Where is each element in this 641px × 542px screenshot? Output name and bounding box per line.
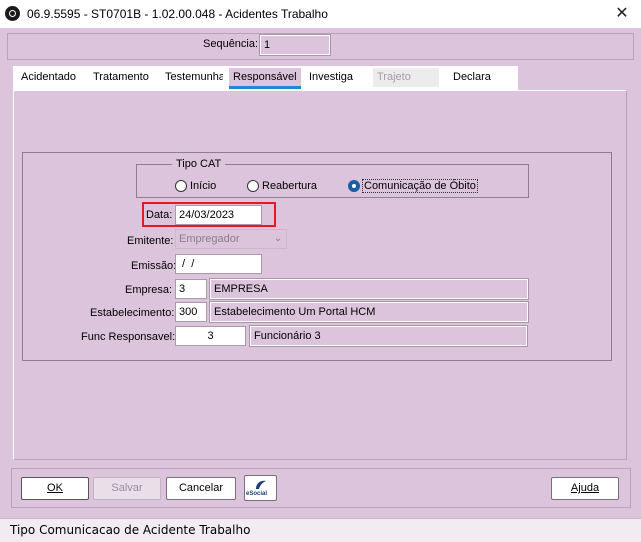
data-input[interactable]: 24/03/2023 <box>175 205 262 225</box>
empresa-code-input[interactable]: 3 <box>175 279 207 299</box>
cancelar-button-label: Cancelar <box>178 482 224 494</box>
app-icon <box>5 6 20 21</box>
ok-button[interactable]: OK <box>21 477 89 500</box>
sequencia-field: 1 <box>259 34 331 56</box>
radio-comunicacao-obito-label[interactable]: Comunicação de Óbito <box>362 179 478 193</box>
func-responsavel-name-field: Funcionário 3 <box>249 325 528 347</box>
emissao-input[interactable]: / / <box>175 254 262 274</box>
emitente-label: Emitente: <box>127 235 174 247</box>
tab-trajeto: Trajeto <box>373 68 439 87</box>
ok-button-label: OK <box>47 482 63 494</box>
estabelecimento-name-field: Estabelecimento Um Portal HCM <box>209 301 529 323</box>
esocial-button[interactable] <box>244 475 277 501</box>
tab-declara[interactable]: Declara <box>449 68 511 87</box>
data-label: Data: <box>146 209 173 221</box>
title-bar: 06.9.5595 - ST0701B - 1.02.00.048 - Acid… <box>0 0 641 28</box>
radio-inicio-label[interactable]: Início <box>190 180 216 192</box>
chevron-down-icon: ⌄ <box>273 233 283 244</box>
tipo-cat-title: Tipo CAT <box>172 158 226 170</box>
status-bar: Tipo Comunicacao de Acidente Trabalho <box>0 518 641 542</box>
active-tab-indicator <box>229 86 301 89</box>
emissao-label: Emissão: <box>131 260 177 272</box>
salvar-button-label: Salvar <box>111 482 143 494</box>
ajuda-button-label: Ajuda <box>570 482 600 494</box>
radio-reabertura-label[interactable]: Reabertura <box>262 180 317 192</box>
tab-testemunha[interactable]: Testemunha <box>161 68 223 87</box>
salvar-button: Salvar <box>93 477 161 500</box>
window-title: 06.9.5595 - ST0701B - 1.02.00.048 - Acid… <box>27 7 328 21</box>
estabelecimento-label: Estabelecimento: <box>90 307 175 319</box>
tab-investiga[interactable]: Investiga <box>305 68 366 87</box>
radio-reabertura[interactable] <box>247 180 259 192</box>
empresa-name-field: EMPRESA <box>209 278 529 300</box>
close-icon[interactable]: ✕ <box>606 2 638 26</box>
esocial-icon <box>256 480 266 489</box>
tab-acidentado[interactable]: Acidentado <box>17 68 83 87</box>
radio-comunicacao-obito[interactable] <box>348 180 360 192</box>
cancelar-button[interactable]: Cancelar <box>166 477 236 500</box>
estabelecimento-code-input[interactable]: 300 <box>175 302 207 322</box>
radio-inicio[interactable] <box>175 180 187 192</box>
tab-responsavel[interactable]: Responsável <box>229 68 301 87</box>
func-responsavel-label: Func Responsavel: <box>81 331 176 343</box>
empresa-label: Empresa: <box>125 284 173 296</box>
esocial-label: eSocial <box>246 491 268 497</box>
ajuda-button[interactable]: Ajuda <box>551 477 619 500</box>
sequencia-label: Sequência: <box>203 38 259 50</box>
func-responsavel-code-input[interactable]: 3 <box>175 326 246 346</box>
tab-tratamento[interactable]: Tratamento <box>89 68 151 87</box>
